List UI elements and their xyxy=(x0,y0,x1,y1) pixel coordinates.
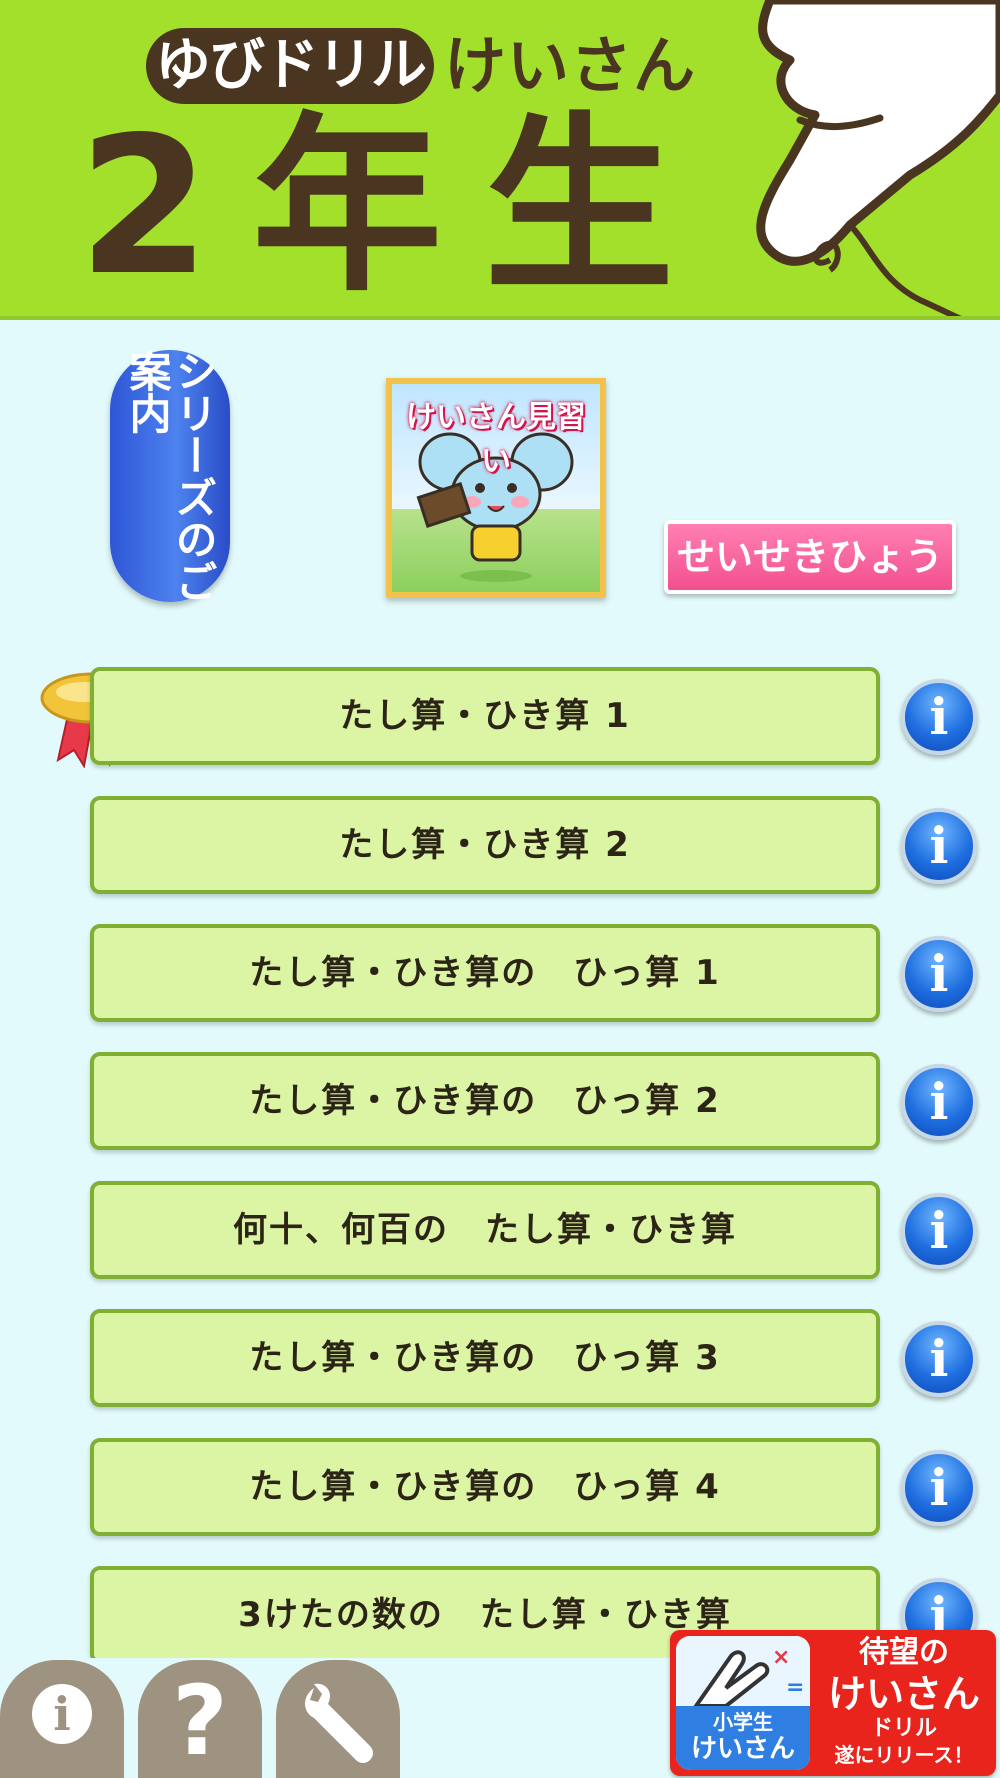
app-icon-label: 小学生 けいさん xyxy=(676,1706,810,1770)
lesson-button[interactable]: たし算・ひき算の ひっ算 3 xyxy=(90,1309,880,1407)
banner-text: 待望の けいさん ドリル 遂にリリース！ xyxy=(816,1634,992,1768)
svg-text:=: = xyxy=(786,1675,804,1700)
settings-tab[interactable] xyxy=(276,1660,400,1778)
help-icon: ? xyxy=(172,1665,228,1777)
lesson-info-icon[interactable]: i xyxy=(901,1193,977,1269)
series-guide-button[interactable]: シリーズのご案内 xyxy=(110,350,230,602)
new-app-promo-banner[interactable]: × = 小学生 けいさん 待望の けいさん ドリル 遂にリリース！ xyxy=(670,1630,996,1776)
lesson-row: たし算・ひき算の ひっ算 1 i xyxy=(0,924,1000,1024)
lesson-info-icon[interactable]: i xyxy=(901,808,977,884)
info-icon: i xyxy=(32,1684,92,1744)
banner-line4: 遂にリリース！ xyxy=(834,1743,974,1767)
lesson-row: 何十、何百の たし算・ひき算 i xyxy=(0,1181,1000,1281)
pointer-hand-icon: × = xyxy=(676,1636,810,1716)
lesson-row: たし算・ひき算の ひっ算 3 i xyxy=(0,1309,1000,1409)
app-label-line1: 小学生 xyxy=(713,1710,773,1734)
banner-line3: ドリル xyxy=(870,1716,937,1741)
subject-title: けいさん xyxy=(444,29,697,102)
app-info-tab[interactable]: i xyxy=(0,1660,124,1778)
lesson-info-icon[interactable]: i xyxy=(901,936,977,1012)
lesson-info-icon[interactable]: i xyxy=(901,1321,977,1397)
brand-logo: ゆびドリル xyxy=(146,28,434,104)
grades-button[interactable]: せいせきひょう xyxy=(664,520,956,594)
lesson-row: たし算・ひき算 1 i xyxy=(0,667,1000,767)
lesson-button[interactable]: たし算・ひき算の ひっ算 4 xyxy=(90,1438,880,1536)
app-icon: × = 小学生 けいさん xyxy=(676,1636,810,1770)
lesson-info-icon[interactable]: i xyxy=(901,1064,977,1140)
lesson-button[interactable]: たし算・ひき算 1 xyxy=(90,667,880,765)
grade-title: 2年生 xyxy=(78,96,717,317)
promo-artwork: けいさん見習い xyxy=(392,384,600,592)
app-header: ゆびドリル けいさん 2年生 xyxy=(0,0,1000,320)
lesson-row: たし算・ひき算の ひっ算 4 i xyxy=(0,1438,1000,1538)
help-tab[interactable]: ? xyxy=(138,1660,262,1778)
lesson-button[interactable]: たし算・ひき算 2 xyxy=(90,796,880,894)
keisan-minarai-promo[interactable]: けいさん見習い xyxy=(386,378,606,598)
app-label-line2: けいさん xyxy=(690,1734,795,1764)
lesson-info-icon[interactable]: i xyxy=(901,1450,977,1526)
banner-line2: けいさん xyxy=(827,1672,980,1716)
promo-title: けいさん見習い xyxy=(406,400,586,479)
lesson-info-icon[interactable]: i xyxy=(901,679,977,755)
lesson-button[interactable]: 何十、何百の たし算・ひき算 xyxy=(90,1181,880,1279)
banner-line1: 待望の xyxy=(859,1635,949,1670)
wrench-icon xyxy=(305,1683,373,1763)
svg-text:×: × xyxy=(772,1645,790,1670)
pointing-hand-icon xyxy=(756,0,1000,316)
lesson-button[interactable]: たし算・ひき算の ひっ算 2 xyxy=(90,1052,880,1150)
lesson-button[interactable]: たし算・ひき算の ひっ算 1 xyxy=(90,924,880,1022)
lesson-row: たし算・ひき算 2 i xyxy=(0,796,1000,896)
lesson-row: たし算・ひき算の ひっ算 2 i xyxy=(0,1052,1000,1152)
